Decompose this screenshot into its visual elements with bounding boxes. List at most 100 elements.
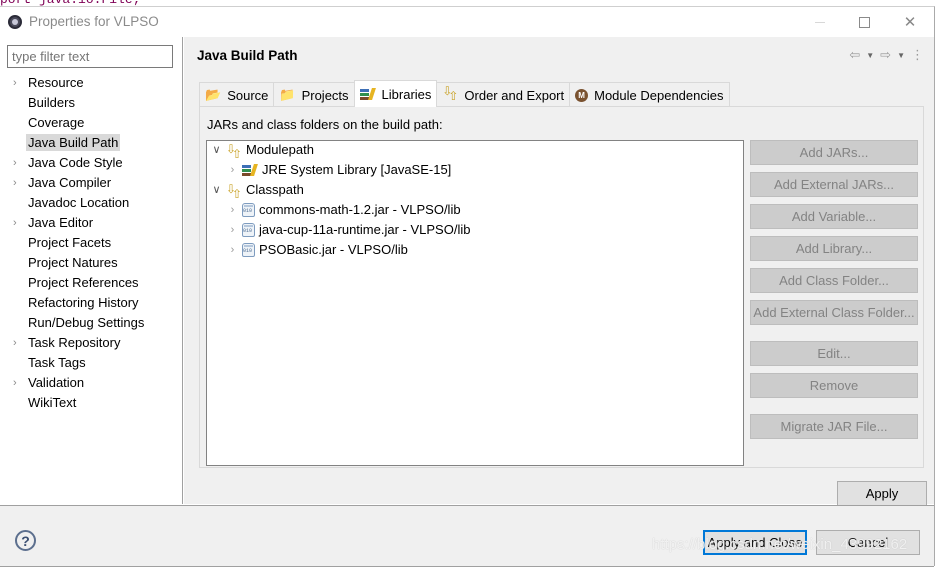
node-label: PSOBasic.jar - VLPSO/lib bbox=[259, 242, 408, 257]
node-label: Modulepath bbox=[246, 142, 314, 157]
sidebar-item-label: Javadoc Location bbox=[28, 195, 130, 210]
tree-node-classpath[interactable]: ∨ Classpath bbox=[211, 179, 304, 204]
more-options-icon[interactable]: ⋮ bbox=[911, 47, 924, 63]
sidebar-item[interactable]: Refactoring History bbox=[0, 293, 182, 313]
sidebar-item-label: Resource bbox=[28, 75, 84, 90]
sidebar-item[interactable]: Java Build Path bbox=[0, 133, 182, 153]
sidebar-item-label: Refactoring History bbox=[28, 295, 139, 310]
content-area: Java Build Path ⇦ ▼ ⇨ ▼ ⋮ 📂 Source 📁 Pro… bbox=[184, 37, 934, 506]
eclipse-icon bbox=[8, 15, 22, 29]
source-folder-icon: 📂 bbox=[205, 87, 222, 102]
page-navigation: ⇦ ▼ ⇨ ▼ ⋮ bbox=[849, 47, 924, 63]
forward-arrow-icon[interactable]: ⇨ bbox=[880, 47, 891, 63]
chevron-right-icon[interactable]: › bbox=[13, 73, 17, 93]
library-icon bbox=[242, 164, 258, 176]
sidebar-item[interactable]: Task Tags bbox=[0, 353, 182, 373]
sidebar-item[interactable]: Coverage bbox=[0, 113, 182, 133]
migrate-jar-button[interactable]: Migrate JAR File... bbox=[750, 414, 918, 439]
filter-input[interactable] bbox=[7, 45, 173, 68]
sidebar-item[interactable]: Project Natures bbox=[0, 253, 182, 273]
node-label: Classpath bbox=[246, 182, 304, 197]
add-class-folder-button[interactable]: Add Class Folder... bbox=[750, 268, 918, 293]
sidebar-item[interactable]: Builders bbox=[0, 93, 182, 113]
tab-order-and-export[interactable]: Order and Export bbox=[436, 82, 571, 107]
chevron-right-icon[interactable]: › bbox=[13, 373, 17, 393]
sidebar-item-label: Project References bbox=[28, 275, 139, 290]
apply-button[interactable]: Apply bbox=[837, 481, 927, 506]
sidebar-item[interactable]: Javadoc Location bbox=[0, 193, 182, 213]
tab-label: Order and Export bbox=[464, 87, 565, 103]
sidebar-item-label: Task Tags bbox=[28, 355, 86, 370]
chevron-down-icon[interactable]: ∨ bbox=[211, 140, 222, 160]
chevron-right-icon[interactable]: › bbox=[227, 220, 238, 240]
sidebar-item-label: WikiText bbox=[28, 395, 77, 410]
sidebar-item[interactable]: Project Facets bbox=[0, 233, 182, 253]
sidebar: › Resource Builders Coverage Java Build Path… bbox=[0, 37, 183, 504]
sidebar-item-label: Run/Debug Settings bbox=[28, 315, 145, 330]
chevron-right-icon[interactable]: › bbox=[13, 333, 17, 353]
jar-icon bbox=[242, 223, 255, 237]
node-label: java-cup-11a-runtime.jar - VLPSO/lib bbox=[259, 222, 471, 237]
forward-dropdown-icon[interactable]: ▼ bbox=[897, 51, 905, 60]
sidebar-item[interactable]: Run/Debug Settings bbox=[0, 313, 182, 333]
sidebar-item-label: Project Natures bbox=[28, 255, 118, 270]
chevron-right-icon[interactable]: › bbox=[13, 213, 17, 233]
sidebar-item-label: Project Facets bbox=[28, 235, 112, 250]
chevron-right-icon[interactable]: › bbox=[13, 153, 17, 173]
module-icon: M bbox=[575, 88, 589, 102]
sidebar-item-label: Task Repository bbox=[28, 335, 121, 350]
add-external-jars-button[interactable]: Add External JARs... bbox=[750, 172, 918, 197]
tab-libraries[interactable]: Libraries bbox=[353, 80, 438, 107]
back-arrow-icon[interactable]: ⇦ bbox=[849, 47, 860, 63]
tree-node-jre[interactable]: › JRE System Library [JavaSE-15] bbox=[227, 160, 452, 180]
preference-tree: › Resource Builders Coverage Java Build Path… bbox=[0, 73, 182, 413]
tab-projects[interactable]: 📁 Projects bbox=[273, 82, 355, 107]
sidebar-item[interactable]: Project References bbox=[0, 273, 182, 293]
watermark: https://blog.csdn.net/weixin_43992162 bbox=[652, 536, 908, 553]
sidebar-item[interactable]: › Resource bbox=[0, 73, 182, 93]
tab-source[interactable]: 📂 Source bbox=[199, 82, 275, 107]
tree-node-jar[interactable]: › PSOBasic.jar - VLPSO/lib bbox=[227, 240, 408, 260]
order-export-icon bbox=[226, 179, 242, 204]
add-library-button[interactable]: Add Library... bbox=[750, 236, 918, 261]
minimize-icon bbox=[815, 21, 825, 23]
remove-button[interactable]: Remove bbox=[750, 373, 918, 398]
add-jars-button[interactable]: Add JARs... bbox=[750, 140, 918, 165]
page-header: Java Build Path ⇦ ▼ ⇨ ▼ ⋮ bbox=[184, 37, 934, 73]
chevron-down-icon[interactable]: ∨ bbox=[211, 180, 222, 200]
sidebar-item[interactable]: › Java Code Style bbox=[0, 153, 182, 173]
maximize-button[interactable] bbox=[841, 7, 887, 37]
order-export-icon bbox=[226, 139, 242, 164]
sidebar-item-label: Java Code Style bbox=[28, 155, 123, 170]
build-path-tree[interactable]: ∨ Modulepath › JRE System Library [JavaS… bbox=[206, 139, 744, 466]
tab-label: Projects bbox=[301, 87, 349, 103]
chevron-right-icon[interactable]: › bbox=[13, 173, 17, 193]
build-path-label: JARs and class folders on the build path… bbox=[207, 117, 443, 132]
help-icon[interactable]: ? bbox=[15, 530, 36, 551]
back-dropdown-icon[interactable]: ▼ bbox=[866, 51, 874, 60]
add-variable-button[interactable]: Add Variable... bbox=[750, 204, 918, 229]
sidebar-item-label: Builders bbox=[28, 95, 75, 110]
chevron-right-icon[interactable]: › bbox=[227, 160, 238, 180]
sidebar-item[interactable]: › Validation bbox=[0, 373, 182, 393]
tree-node-jar[interactable]: › java-cup-11a-runtime.jar - VLPSO/lib bbox=[227, 220, 470, 240]
tree-node-jar[interactable]: › commons-math-1.2.jar - VLPSO/lib bbox=[227, 200, 461, 220]
tab-module-dependencies[interactable]: M Module Dependencies bbox=[569, 82, 730, 107]
sidebar-item[interactable]: › Java Editor bbox=[0, 213, 182, 233]
sidebar-item-label: Coverage bbox=[28, 115, 85, 130]
sidebar-item[interactable]: › Task Repository bbox=[0, 333, 182, 353]
properties-dialog: Properties for VLPSO ✕ › Resource Builders… bbox=[0, 6, 935, 567]
jar-icon bbox=[242, 203, 255, 217]
tree-node-modulepath[interactable]: ∨ Modulepath bbox=[211, 139, 314, 164]
chevron-right-icon[interactable]: › bbox=[227, 240, 238, 260]
close-button[interactable]: ✕ bbox=[887, 7, 933, 37]
sidebar-item-label: Validation bbox=[28, 375, 85, 390]
sidebar-item[interactable]: › Java Compiler bbox=[0, 173, 182, 193]
minimize-button[interactable] bbox=[797, 7, 843, 37]
sidebar-item[interactable]: WikiText bbox=[0, 393, 182, 413]
chevron-right-icon[interactable]: › bbox=[227, 200, 238, 220]
jar-icon bbox=[242, 243, 255, 257]
edit-button[interactable]: Edit... bbox=[750, 341, 918, 366]
add-external-class-folder-button[interactable]: Add External Class Folder... bbox=[750, 300, 918, 325]
node-label: commons-math-1.2.jar - VLPSO/lib bbox=[259, 202, 461, 217]
